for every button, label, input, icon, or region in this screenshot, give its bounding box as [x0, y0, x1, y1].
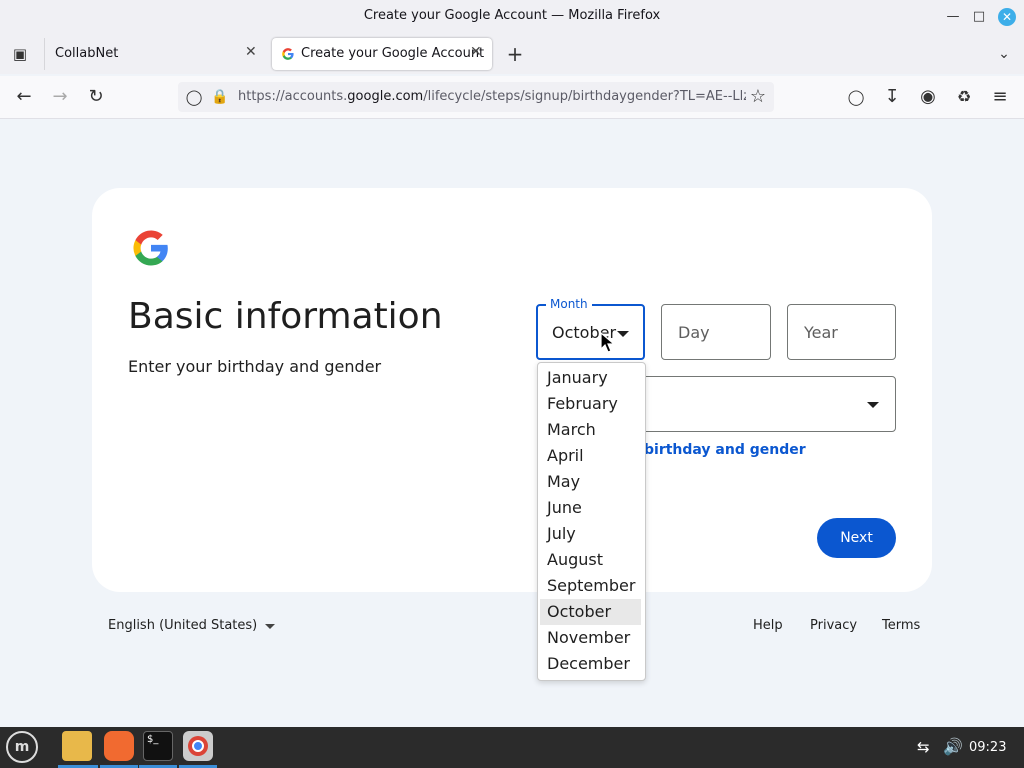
chevron-down-icon [265, 624, 275, 629]
taskbar: m $_ ⇆ 🔊 09:23 [0, 727, 1024, 768]
mouse-cursor-icon [600, 332, 616, 353]
downloads-icon[interactable]: ↧ [880, 85, 904, 109]
back-icon[interactable]: ← [12, 85, 36, 109]
bookmark-star-icon[interactable]: ☆ [746, 85, 770, 109]
why-birthday-gender-link[interactable]: birthday and gender [644, 442, 806, 458]
google-favicon-icon [282, 48, 294, 60]
footer-link-help[interactable]: Help [753, 618, 783, 633]
google-logo-icon [133, 230, 168, 266]
month-dropdown-list: January February March April May June Ju… [537, 362, 646, 681]
window-titlebar: Create your Google Account — Mozilla Fir… [0, 0, 1024, 34]
day-placeholder: Day [678, 323, 710, 342]
month-option[interactable]: July [540, 521, 641, 547]
day-input[interactable]: Day [661, 304, 771, 360]
page-title: Basic information [128, 296, 443, 337]
month-option[interactable]: May [540, 469, 641, 495]
menu-icon[interactable]: ≡ [988, 85, 1012, 109]
url-bar[interactable]: ◯ 🔒 https://accounts.google.com/lifecycl… [178, 82, 774, 112]
chevron-down-icon [617, 331, 629, 337]
close-window-icon[interactable]: ✕ [998, 8, 1016, 26]
footer-link-privacy[interactable]: Privacy [810, 618, 857, 633]
month-option[interactable]: March [540, 417, 641, 443]
network-icon[interactable]: ⇆ [917, 738, 930, 756]
month-option[interactable]: June [540, 495, 641, 521]
tab-strip: ▣ CollabNet ✕ Create your Google Account… [0, 34, 1024, 74]
clock[interactable]: 09:23 [969, 740, 1006, 755]
year-placeholder: Year [804, 323, 838, 342]
files-folder-icon[interactable] [62, 731, 92, 761]
pocket-icon[interactable]: ◯ [844, 85, 868, 109]
month-option[interactable]: April [540, 443, 641, 469]
new-tab-icon[interactable]: + [503, 42, 527, 66]
tab-label: Create your Google Account [301, 46, 485, 61]
minimize-icon[interactable]: — [944, 8, 962, 26]
month-select[interactable]: Month October [536, 297, 645, 360]
tab-label: CollabNet [55, 46, 119, 61]
month-option[interactable]: February [540, 391, 641, 417]
close-tab-icon[interactable]: ✕ [470, 44, 482, 60]
month-option[interactable]: September [540, 573, 641, 599]
volume-icon[interactable]: 🔊 [943, 737, 963, 756]
account-icon[interactable]: ◉ [916, 85, 940, 109]
tab-collabnet[interactable]: CollabNet ✕ [44, 38, 269, 70]
firefox-icon[interactable] [104, 731, 134, 761]
month-option[interactable]: August [540, 547, 641, 573]
reload-icon[interactable]: ↻ [84, 85, 108, 109]
list-all-tabs-icon[interactable]: ⌄ [992, 42, 1016, 66]
url-text[interactable]: https://accounts.google.com/lifecycle/st… [238, 89, 746, 104]
tab-create-google-account[interactable]: Create your Google Account ✕ [272, 38, 492, 70]
month-label: Month [546, 297, 592, 311]
maximize-icon[interactable]: □ [970, 8, 988, 26]
window-title: Create your Google Account — Mozilla Fir… [363, 8, 661, 23]
next-button[interactable]: Next [817, 518, 896, 558]
tracking-protection-icon[interactable]: ◯ [182, 85, 206, 109]
forward-icon[interactable]: → [48, 85, 72, 109]
page-subtitle: Enter your birthday and gender [128, 357, 382, 376]
extensions-icon[interactable]: ♻ [952, 85, 976, 109]
tab-overview-icon[interactable]: ▣ [8, 42, 32, 66]
chrome-icon[interactable] [183, 731, 213, 761]
month-option[interactable]: November [540, 625, 641, 651]
navigation-toolbar: ← → ↻ ◯ 🔒 https://accounts.google.com/li… [0, 76, 1024, 119]
close-tab-icon[interactable]: ✕ [245, 44, 257, 60]
mint-menu-icon[interactable]: m [6, 731, 38, 763]
year-input[interactable]: Year [787, 304, 896, 360]
month-option[interactable]: December [540, 651, 641, 677]
chevron-down-icon [867, 402, 879, 408]
month-option[interactable]: January [540, 365, 641, 391]
terminal-icon[interactable]: $_ [143, 731, 173, 761]
month-option-selected[interactable]: October [540, 599, 641, 625]
lock-icon[interactable]: 🔒 [208, 85, 232, 109]
footer-link-terms[interactable]: Terms [882, 618, 920, 633]
language-select[interactable]: English (United States) [108, 618, 257, 633]
